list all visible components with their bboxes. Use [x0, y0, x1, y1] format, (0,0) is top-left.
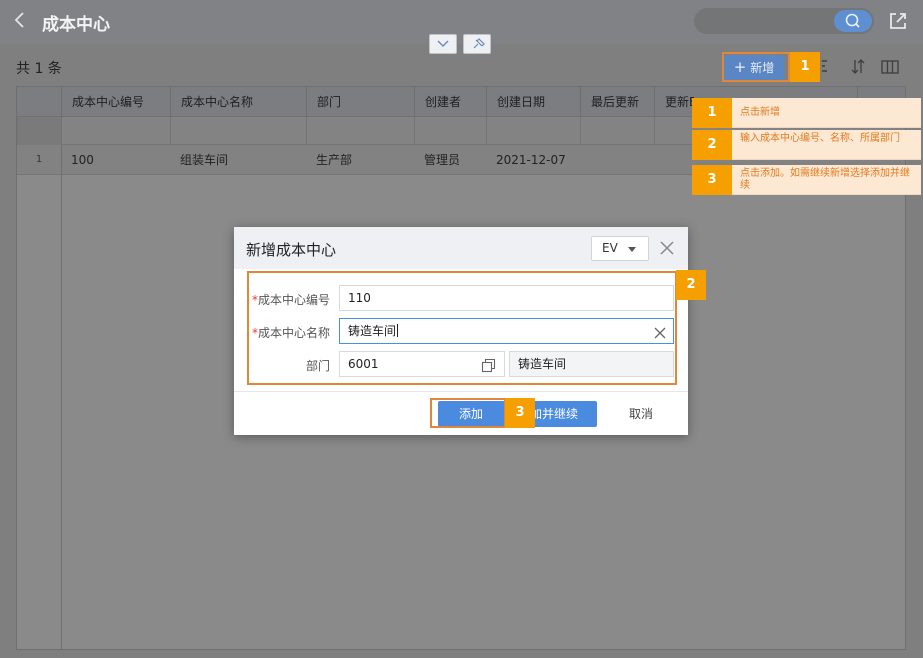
- department-lookup-input[interactable]: 6001: [339, 351, 505, 377]
- column-header[interactable]: 成本中心编号: [61, 87, 170, 117]
- dialog-header: 新增成本中心 EV: [234, 227, 688, 269]
- record-count: 共 1 条: [16, 61, 62, 77]
- department-code: 6001: [348, 357, 379, 371]
- dialog-title: 新增成本中心: [246, 241, 337, 259]
- page-title: 成本中心: [42, 15, 110, 35]
- lookup-icon[interactable]: [481, 357, 496, 373]
- step-badge-2: 2: [676, 270, 706, 300]
- chevron-down-icon: [437, 40, 449, 47]
- filter-input[interactable]: [61, 117, 170, 145]
- column-header[interactable]: 部门: [306, 87, 414, 117]
- top-bar: 成本中心: [0, 0, 923, 44]
- cell-code: 100: [71, 153, 94, 167]
- instruction-step-3: 3 点击添加。如需继续新增选择添加并继续: [692, 165, 921, 195]
- column-settings-icon[interactable]: [818, 57, 838, 77]
- cell-dept: 生产部: [316, 153, 353, 167]
- instruction-number: 1: [692, 98, 732, 128]
- language-value: EV: [602, 241, 618, 255]
- name-label: *成本中心名称: [251, 326, 330, 340]
- dept-label: 部门: [305, 359, 330, 373]
- columns-icon[interactable]: [880, 57, 900, 77]
- step-badge-3: 3: [505, 398, 535, 428]
- name-input-value: 铸造车间: [348, 324, 397, 338]
- cell-creator: 管理员: [424, 153, 461, 167]
- cell-created-date: 2021-12-07: [496, 153, 566, 167]
- column-header[interactable]: 创建日期: [486, 87, 580, 117]
- filter-input[interactable]: [654, 117, 694, 145]
- pin-icon: [473, 38, 485, 49]
- instruction-text: 点击新增: [740, 107, 780, 118]
- filter-gutter: [17, 117, 61, 145]
- search-input[interactable]: [694, 8, 874, 34]
- row-number: 1: [35, 154, 43, 165]
- column-header[interactable]: 创建者: [414, 87, 486, 117]
- filter-input[interactable]: [414, 117, 486, 145]
- close-icon[interactable]: [658, 239, 676, 257]
- step-badge-1: 1: [790, 52, 820, 82]
- gutter-divider: [61, 145, 62, 650]
- search-button[interactable]: [834, 10, 872, 32]
- chevron-left-icon[interactable]: [12, 10, 32, 32]
- search-icon: [845, 13, 860, 28]
- cost-center-code-input[interactable]: 110: [339, 285, 674, 311]
- column-header[interactable]: 最后更新: [580, 87, 654, 117]
- external-link-icon[interactable]: [887, 10, 909, 32]
- column-header[interactable]: 成本中心名称: [170, 87, 306, 117]
- instruction-step-2: 2 输入成本中心编号、名称、所属部门: [692, 130, 921, 160]
- instruction-number: 2: [692, 130, 732, 160]
- collapse-toggle[interactable]: [429, 34, 457, 54]
- dialog-divider: [234, 391, 688, 392]
- column-header[interactable]: 更新E: [654, 87, 694, 117]
- cell-name: 组装车间: [180, 153, 229, 167]
- sort-icon[interactable]: [848, 57, 868, 77]
- instruction-step-1: 1 点击新增: [692, 98, 921, 128]
- cost-center-name-input[interactable]: 铸造车间: [339, 318, 674, 344]
- filter-input[interactable]: [486, 117, 580, 145]
- pin-toggle[interactable]: [463, 34, 491, 54]
- instruction-number: 3: [692, 165, 732, 195]
- highlight-frame-add-submit: [430, 398, 506, 428]
- cancel-button[interactable]: 取消: [618, 401, 664, 427]
- code-label: *成本中心编号: [251, 293, 330, 307]
- department-name-field: 铸造车间: [509, 351, 674, 377]
- text-cursor: [397, 324, 399, 337]
- filter-input[interactable]: [580, 117, 654, 145]
- filter-input[interactable]: [306, 117, 414, 145]
- language-select[interactable]: EV: [591, 236, 649, 261]
- filter-input[interactable]: [170, 117, 306, 145]
- instruction-text: 输入成本中心编号、名称、所属部门: [740, 133, 900, 144]
- highlight-frame-add: [722, 52, 790, 82]
- instruction-text: 点击添加。如需继续新增选择添加并继续: [740, 168, 910, 191]
- caret-down-icon: [628, 247, 636, 252]
- clear-icon[interactable]: [653, 324, 667, 339]
